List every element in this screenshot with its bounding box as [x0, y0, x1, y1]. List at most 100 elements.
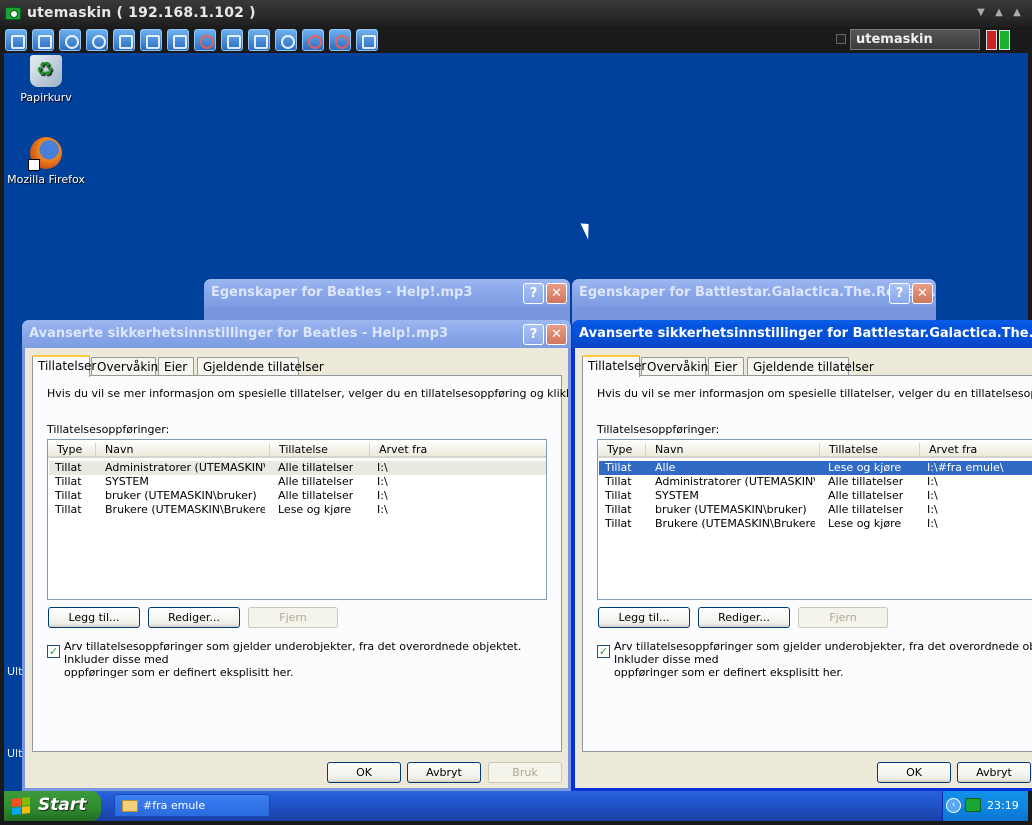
edit-button[interactable]: Rediger...	[148, 607, 240, 628]
list-header: Type Navn Tillatelse Arvet fra	[48, 440, 546, 458]
cancel-button[interactable]: Avbryt	[407, 762, 481, 783]
table-row[interactable]: Tillat Alle Lese og kjøre I:\#fra emule\	[599, 461, 1032, 475]
color-mode-icon[interactable]	[986, 30, 1010, 50]
tab-auditing[interactable]: Overvåking	[91, 357, 166, 376]
tools-icon[interactable]	[248, 29, 270, 51]
cell-permission: Lese og kjøre	[828, 461, 902, 474]
cell-name: bruker (UTEMASKIN\bruker)	[105, 489, 257, 502]
taskbar-item-folder[interactable]: #fra emule	[114, 794, 270, 817]
recycle-bin-shortcut[interactable]: Papirkurv	[5, 55, 87, 104]
refresh-icon[interactable]	[86, 29, 108, 51]
cell-inherited: I:\	[927, 475, 938, 488]
close-icon[interactable]: ✕	[912, 283, 933, 304]
minimize-icon[interactable]: ▼	[975, 8, 987, 18]
viewer-option-checkbox[interactable]	[836, 34, 846, 44]
table-row[interactable]: Tillat Administratorer (UTEMASKIN\A... A…	[49, 461, 546, 475]
cell-type: Tillat	[55, 503, 82, 516]
tab-owner[interactable]: Eier	[158, 357, 194, 376]
info-text: Hvis du vil se mer informasjon om spesie…	[597, 387, 1032, 400]
settings-icon[interactable]	[356, 29, 378, 51]
transfer-icon[interactable]	[167, 29, 189, 51]
cell-permission: Alle tillatelser	[278, 489, 354, 502]
table-row[interactable]: Tillat Administratorer (UTEMASKIN\A... A…	[599, 475, 1032, 489]
cell-type: Tillat	[605, 461, 632, 474]
column-header[interactable]: Arvet fra	[374, 443, 546, 456]
table-row[interactable]: Tillat SYSTEM Alle tillatelser I:\	[599, 489, 1032, 503]
tab-auditing[interactable]: Overvåking	[641, 357, 716, 376]
cell-name: Administratorer (UTEMASKIN\A...	[655, 475, 815, 488]
column-header[interactable]: Type	[602, 443, 646, 456]
ctrl-alt-del-icon[interactable]	[5, 29, 27, 51]
tab-owner[interactable]: Eier	[708, 357, 744, 376]
entries-label: Tillatelsesoppføringer:	[597, 423, 720, 436]
remove-button[interactable]: Fjern	[798, 607, 888, 628]
windows-flag-icon[interactable]	[113, 29, 135, 51]
red-swatch	[986, 30, 997, 50]
mouse-cursor-icon	[580, 220, 595, 240]
table-row[interactable]: Tillat bruker (UTEMASKIN\bruker) Alle ti…	[49, 489, 546, 503]
start-button[interactable]: Start	[4, 791, 101, 821]
permission-entries-list[interactable]: Type Navn Tillatelse Arvet fra Tillat Al…	[597, 439, 1032, 600]
help-icon[interactable]: ?	[889, 283, 910, 304]
target-icon[interactable]	[302, 29, 324, 51]
fullscreen-icon[interactable]	[32, 29, 54, 51]
show-hidden-icons-icon[interactable]: ‹	[946, 798, 961, 813]
permission-entries-list[interactable]: Type Navn Tillatelse Arvet fra Tillat Ad…	[47, 439, 547, 600]
firefox-shortcut[interactable]: Mozilla Firefox	[5, 137, 87, 186]
apply-button[interactable]: Bruk	[488, 762, 562, 783]
restore-icon[interactable]: ▲	[1011, 8, 1023, 18]
remote-viewer-tray-icon[interactable]	[965, 798, 981, 812]
text-chat-icon[interactable]	[140, 29, 162, 51]
column-header[interactable]: Arvet fra	[924, 443, 1032, 456]
cancel-button[interactable]: Avbryt	[957, 762, 1031, 783]
tab-effective-permissions[interactable]: Gjeldende tillatelser	[197, 357, 324, 376]
tab-permissions[interactable]: Tillatelser	[582, 355, 646, 377]
sync-icon[interactable]	[275, 29, 297, 51]
maximize-icon[interactable]: ▲	[993, 8, 1005, 18]
window-title: Avanserte sikkerhetsinnstillinger for Ba…	[572, 320, 1032, 348]
host-field[interactable]: utemaskin	[850, 29, 980, 50]
ok-button[interactable]: OK	[327, 762, 401, 783]
column-header[interactable]: Navn	[100, 443, 270, 456]
edit-button[interactable]: Rediger...	[698, 607, 790, 628]
close-icon[interactable]: ✕	[546, 324, 567, 345]
firefox-icon	[28, 137, 62, 171]
column-header[interactable]: Navn	[650, 443, 820, 456]
table-row[interactable]: Tillat SYSTEM Alle tillatelser I:\	[49, 475, 546, 489]
cell-name: SYSTEM	[655, 489, 699, 502]
add-button[interactable]: Legg til...	[598, 607, 690, 628]
cell-type: Tillat	[55, 489, 82, 502]
cell-inherited: I:\#fra emule\	[927, 461, 1004, 474]
cell-name: SYSTEM	[105, 475, 149, 488]
tab-effective-permissions[interactable]: Gjeldende tillatelser	[747, 357, 874, 376]
close-icon[interactable]: ✕	[546, 283, 567, 304]
table-row[interactable]: Tillat Brukere (UTEMASKIN\Brukere) Lese …	[49, 503, 546, 517]
cell-inherited: I:\	[377, 503, 388, 516]
column-header[interactable]: Type	[52, 443, 96, 456]
cell-permission: Alle tillatelser	[278, 461, 354, 474]
table-row[interactable]: Tillat bruker (UTEMASKIN\bruker) Alle ti…	[599, 503, 1032, 517]
ok-button[interactable]: OK	[877, 762, 951, 783]
disconnect-icon[interactable]	[194, 29, 216, 51]
column-header[interactable]: Tillatelse	[274, 443, 370, 456]
network-icon[interactable]	[59, 29, 81, 51]
inherit-checkbox[interactable]: ✓	[597, 645, 610, 658]
inherit-label: Arv tillatelsesoppføringer som gjelder u…	[614, 640, 1032, 679]
viewer-title: utemaskin ( 192.168.1.102 )	[27, 5, 256, 21]
capture-icon[interactable]	[329, 29, 351, 51]
options-icon[interactable]	[221, 29, 243, 51]
cell-name: Administratorer (UTEMASKIN\A...	[105, 461, 265, 474]
add-button[interactable]: Legg til...	[48, 607, 140, 628]
remove-button[interactable]: Fjern	[248, 607, 338, 628]
inherit-checkbox[interactable]: ✓	[47, 645, 60, 658]
window-body: Tillatelser Overvåking Eier Gjeldende ti…	[25, 348, 568, 788]
help-icon[interactable]: ?	[523, 324, 544, 345]
side-label: Ult	[7, 665, 23, 678]
table-row[interactable]: Tillat Brukere (UTEMASKIN\Brukere) Lese …	[599, 517, 1032, 531]
cell-type: Tillat	[55, 461, 82, 474]
cell-permission: Alle tillatelser	[828, 503, 904, 516]
help-icon[interactable]: ?	[523, 283, 544, 304]
tab-permissions[interactable]: Tillatelser	[32, 355, 96, 377]
inherit-label-line-1: Arv tillatelsesoppføringer som gjelder u…	[64, 640, 522, 666]
column-header[interactable]: Tillatelse	[824, 443, 920, 456]
